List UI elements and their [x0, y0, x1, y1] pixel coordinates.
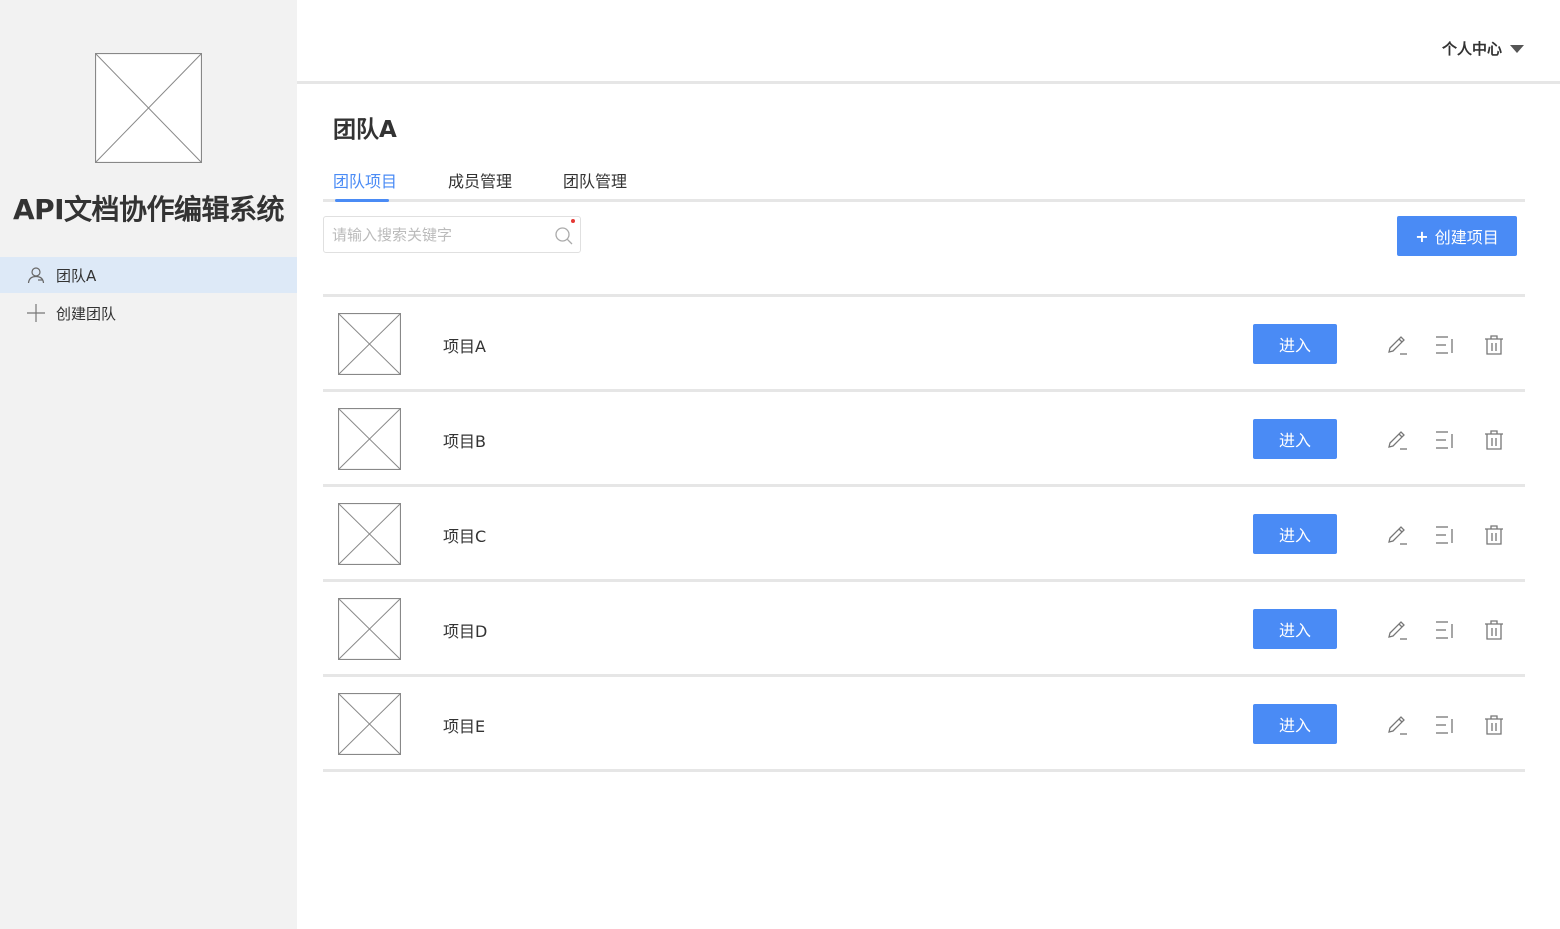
- tab-team-projects[interactable]: 团队项目: [333, 168, 397, 202]
- project-row: 项目D 进入: [323, 582, 1525, 677]
- project-name: 项目B: [443, 432, 486, 451]
- search-box: [323, 216, 581, 253]
- project-name: 项目E: [443, 717, 486, 736]
- sidebar-item-label: 团队A: [56, 266, 97, 285]
- project-name: 项目D: [443, 622, 488, 641]
- enter-project-button[interactable]: 进入: [1253, 324, 1337, 364]
- project-name: 项目C: [443, 527, 487, 546]
- trash-icon[interactable]: [1482, 523, 1506, 547]
- create-project-label: 创建项目: [1434, 228, 1499, 247]
- sidebar: API文档协作编辑系统 团队A 创建团队: [0, 0, 297, 929]
- project-thumbnail-image: [337, 692, 402, 756]
- project-thumbnail-image: [337, 407, 402, 471]
- project-name: 项目A: [443, 337, 486, 356]
- app-title: API文档协作编辑系统: [12, 193, 285, 226]
- top-header: 个人中心: [297, 0, 1560, 84]
- page-title: 团队A: [333, 117, 397, 143]
- plus-icon: +: [1415, 226, 1429, 246]
- caret-down-icon: [1510, 44, 1524, 53]
- user-center-label: 个人中心: [1441, 40, 1502, 58]
- search-input[interactable]: [332, 223, 552, 247]
- project-row: 项目E 进入: [323, 677, 1525, 772]
- enter-project-button[interactable]: 进入: [1253, 514, 1337, 554]
- user-icon: [26, 265, 46, 285]
- sort-icon[interactable]: [1433, 428, 1457, 452]
- enter-project-button[interactable]: 进入: [1253, 704, 1337, 744]
- edit-icon[interactable]: [1385, 713, 1409, 737]
- project-row: 项目C 进入: [323, 487, 1525, 582]
- enter-project-button[interactable]: 进入: [1253, 419, 1337, 459]
- tab-bar: 团队项目 成员管理 团队管理: [323, 166, 1525, 202]
- edit-icon[interactable]: [1385, 523, 1409, 547]
- sort-icon[interactable]: [1433, 333, 1457, 357]
- project-row: 项目A 进入: [323, 297, 1525, 392]
- sort-icon[interactable]: [1433, 618, 1457, 642]
- trash-icon[interactable]: [1482, 713, 1506, 737]
- create-project-button[interactable]: + 创建项目: [1397, 216, 1517, 256]
- tab-member-management[interactable]: 成员管理: [448, 168, 512, 201]
- sort-icon[interactable]: [1433, 523, 1457, 547]
- trash-icon[interactable]: [1482, 428, 1506, 452]
- sidebar-item-create-team[interactable]: 创建团队: [0, 295, 297, 331]
- app-root: API文档协作编辑系统 团队A 创建团队 个人中心 团队A 团队项目 成员管理 …: [0, 0, 1560, 929]
- enter-project-button[interactable]: 进入: [1253, 609, 1337, 649]
- user-center-menu[interactable]: 个人中心: [1442, 38, 1524, 59]
- project-list: 项目A 进入 项目B 进入 项目C 进入 项目D 进入 项目E 进入: [323, 294, 1525, 772]
- logo-placeholder-image: [95, 53, 202, 163]
- project-row: 项目B 进入: [323, 392, 1525, 487]
- edit-icon[interactable]: [1385, 333, 1409, 357]
- edit-icon[interactable]: [1385, 428, 1409, 452]
- sidebar-item-team-a[interactable]: 团队A: [0, 257, 297, 293]
- edit-icon[interactable]: [1385, 618, 1409, 642]
- search-icon[interactable]: [554, 226, 574, 246]
- notification-dot: [571, 219, 575, 223]
- plus-icon: [26, 303, 46, 323]
- sort-icon[interactable]: [1433, 713, 1457, 737]
- sidebar-item-label: 创建团队: [56, 304, 117, 323]
- project-thumbnail-image: [337, 597, 402, 661]
- trash-icon[interactable]: [1482, 618, 1506, 642]
- tab-team-management[interactable]: 团队管理: [563, 168, 627, 201]
- project-thumbnail-image: [337, 502, 402, 566]
- trash-icon[interactable]: [1482, 333, 1506, 357]
- project-thumbnail-image: [337, 312, 402, 376]
